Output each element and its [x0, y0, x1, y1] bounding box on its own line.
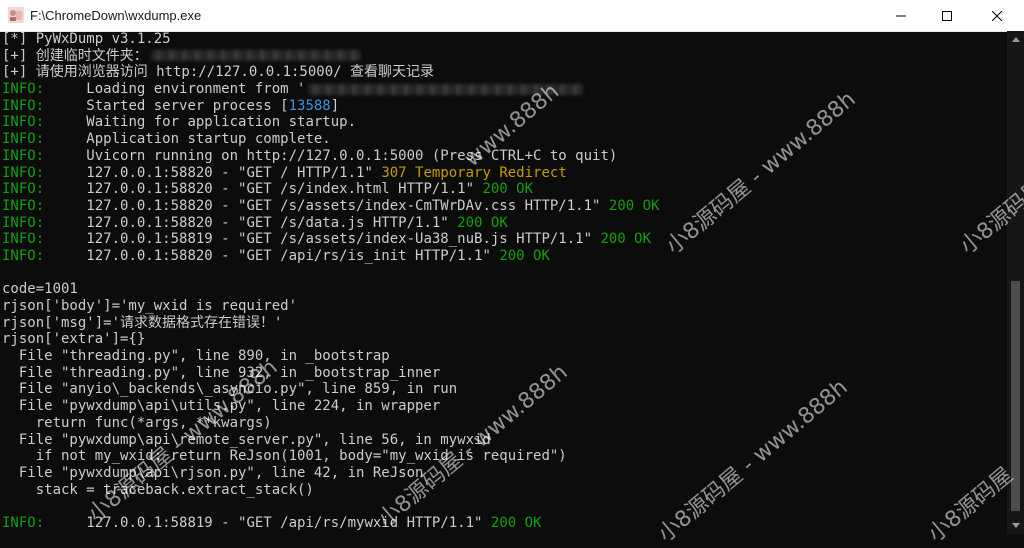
maximize-icon: [942, 10, 952, 21]
log-level: INFO:: [2, 514, 45, 531]
log-level: INFO:: [2, 147, 45, 164]
status-text: 13588: [288, 97, 331, 114]
scroll-down-button[interactable]: [1007, 517, 1024, 534]
minimize-button[interactable]: [878, 0, 924, 31]
console-text: 127.0.0.1:58819 - "GET /api/rs/mywxid HT…: [44, 514, 491, 531]
log-level: INFO:: [2, 247, 45, 264]
minimize-icon: [896, 15, 906, 16]
console-text: File "anyio\_backends\_asyncio.py", line…: [2, 381, 458, 398]
status-text: 200 OK: [499, 247, 550, 264]
log-level: INFO:: [2, 197, 45, 214]
console-line: INFO: Loading environment from ': [0, 81, 1007, 98]
console-text: rjson['extra']={}: [2, 331, 146, 348]
console-line: INFO: 127.0.0.1:58819 - "GET /s/assets/i…: [0, 231, 1007, 248]
console-text: File "threading.py", line 932, in _boots…: [2, 364, 441, 381]
console-text: Loading environment from ': [44, 81, 306, 98]
log-level: INFO:: [2, 81, 45, 98]
close-icon: [992, 10, 1002, 21]
console-line: File "threading.py", line 932, in _boots…: [0, 365, 1007, 382]
vertical-scrollbar[interactable]: [1007, 31, 1024, 534]
status-text: 200 OK: [600, 231, 652, 248]
log-level: INFO:: [2, 164, 45, 181]
console-line: rjson['extra']={}: [0, 331, 1007, 348]
console-text: 127.0.0.1:58820 - "GET /s/index.html HTT…: [44, 181, 483, 198]
window-title: F:\ChromeDown\wxdump.exe: [30, 8, 202, 23]
chevron-down-icon: [1011, 523, 1020, 528]
log-level: INFO:: [2, 214, 45, 231]
console-text: 127.0.0.1:58819 - "GET /s/assets/index-U…: [44, 231, 601, 248]
console-line: if not my_wxid: return ReJson(1001, body…: [0, 448, 1007, 465]
log-level: INFO:: [2, 114, 45, 131]
console-line: rjson['body']='my_wxid is required': [0, 298, 1007, 315]
console-line: INFO: Application startup complete.: [0, 131, 1007, 148]
console-text: File "pywxdump\api\utils.py", line 224, …: [2, 398, 441, 415]
chevron-up-icon: [1011, 37, 1020, 42]
console-app-icon: [8, 7, 24, 23]
console-text: rjson['body']='my_wxid is required': [2, 298, 298, 314]
console-text: if not my_wxid: return ReJson(1001, body…: [2, 448, 567, 465]
console-line: File "pywxdump\api\rjson.py", line 42, i…: [0, 465, 1007, 482]
console-text: Waiting for application startup.: [44, 114, 357, 131]
log-level: INFO:: [2, 231, 45, 248]
console-line: INFO: Started server process [13588]: [0, 98, 1007, 115]
console-text: rjson['msg']='请求数据格式存在错误！': [2, 314, 283, 331]
scroll-up-button[interactable]: [1007, 31, 1024, 48]
console-text: 127.0.0.1:58820 - "GET /s/assets/index-C…: [44, 197, 609, 214]
console-text: stack = traceback.extract_stack(): [2, 481, 314, 498]
redacted-text: [150, 50, 361, 62]
console-text: return func(*args, **kwargs): [2, 414, 272, 431]
console-text: Application startup complete.: [44, 131, 331, 148]
console-line: INFO: 127.0.0.1:58819 - "GET /api/rs/myw…: [0, 515, 1007, 532]
console-line: INFO: 127.0.0.1:58820 - "GET /s/assets/i…: [0, 198, 1007, 215]
console-text: File "pywxdump\api\rjson.py", line 42, i…: [2, 464, 424, 481]
console-line: [+] 创建临时文件夹：: [0, 48, 1007, 65]
console-line: [*] PyWxDump v3.1.25: [0, 31, 1007, 48]
console-text: File "threading.py", line 890, in _boots…: [2, 348, 390, 365]
console-text: Started server process [: [44, 97, 289, 114]
console-line: File "pywxdump\api\remote_server.py", li…: [0, 432, 1007, 449]
status-text: 307 Temporary Redirect: [381, 164, 567, 181]
console-line: INFO: Uvicorn running on http://127.0.0.…: [0, 148, 1007, 165]
console-text: [+] 请使用浏览器访问 http://127.0.0.1:5000/ 查看聊天…: [2, 64, 435, 81]
scrollbar-thumb[interactable]: [1011, 281, 1020, 511]
console-line: INFO: 127.0.0.1:58820 - "GET /api/rs/is_…: [0, 248, 1007, 265]
title-bar[interactable]: F:\ChromeDown\wxdump.exe: [0, 0, 1024, 32]
console-text: 127.0.0.1:58820 - "GET /s/data.js HTTP/1…: [44, 214, 458, 231]
console-line: stack = traceback.extract_stack(): [0, 482, 1007, 499]
console-line: INFO: 127.0.0.1:58820 - "GET / HTTP/1.1"…: [0, 165, 1007, 182]
console-text: File "pywxdump\api\remote_server.py", li…: [2, 431, 491, 448]
status-text: 200 OK: [490, 514, 542, 531]
console-line: rjson['msg']='请求数据格式存在错误！': [0, 315, 1007, 332]
log-level: INFO:: [2, 97, 45, 114]
close-button[interactable]: [970, 0, 1024, 31]
console-text: [*] PyWxDump v3.1.25: [2, 31, 171, 47]
console-text: 127.0.0.1:58820 - "GET / HTTP/1.1": [44, 164, 382, 181]
status-text: 200 OK: [482, 181, 534, 198]
console-line: return func(*args, **kwargs): [0, 415, 1007, 432]
console-text: Uvicorn running on http://127.0.0.1:5000…: [44, 147, 618, 164]
redacted-text: [308, 83, 584, 95]
console-line: INFO: 127.0.0.1:58820 - "GET /s/data.js …: [0, 215, 1007, 232]
maximize-button[interactable]: [924, 0, 970, 31]
console-line: [+] 请使用浏览器访问 http://127.0.0.1:5000/ 查看聊天…: [0, 64, 1007, 81]
status-text: 200 OK: [457, 214, 508, 231]
console-line: INFO: Waiting for application startup.: [0, 114, 1007, 131]
console-text: code=1001: [2, 281, 78, 298]
console-line: File "pywxdump\api\utils.py", line 224, …: [0, 398, 1007, 415]
console-text: [+] 创建临时文件夹：: [2, 47, 148, 64]
console-line: INFO: 127.0.0.1:58820 - "GET /s/index.ht…: [0, 181, 1007, 198]
log-level: INFO:: [2, 131, 45, 148]
console-line: File "anyio\_backends\_asyncio.py", line…: [0, 381, 1007, 398]
console-text: 127.0.0.1:58820 - "GET /api/rs/is_init H…: [44, 247, 500, 264]
status-text: 200 OK: [608, 197, 660, 214]
console-text: ]: [330, 97, 340, 114]
console-line: code=1001: [0, 281, 1007, 298]
console-output[interactable]: [*] PyWxDump v3.1.25 [+] 创建临时文件夹： [+] 请使用浏…: [0, 31, 1007, 534]
console-line: File "threading.py", line 890, in _boots…: [0, 348, 1007, 365]
log-level: INFO:: [2, 181, 45, 198]
